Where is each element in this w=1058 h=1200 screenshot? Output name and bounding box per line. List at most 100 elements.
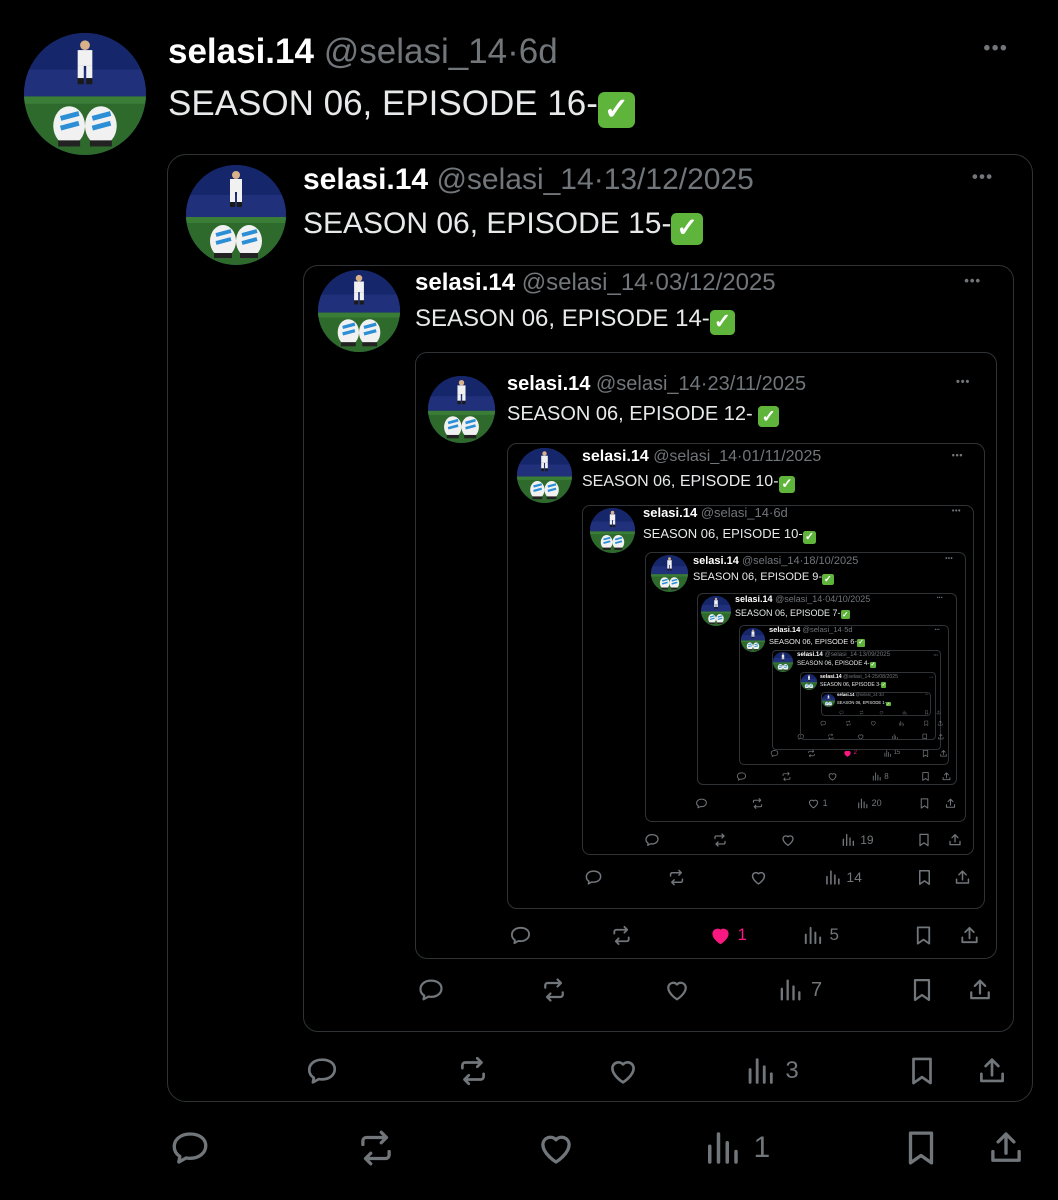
reply-button[interactable] [838,710,844,715]
like-button[interactable] [870,720,877,727]
user-handle[interactable]: @selasi_14 [843,674,870,680]
display-name[interactable]: selasi.14 [693,555,739,567]
avatar[interactable] [701,596,731,626]
views-button[interactable]: 8 [871,771,889,782]
like-button[interactable]: 1 [807,797,828,810]
share-button[interactable] [937,733,945,741]
more-options-icon[interactable]: ••• [952,450,963,460]
more-options-icon[interactable]: ••• [984,38,1009,60]
bookmark-button[interactable] [918,797,931,810]
display-name[interactable]: selasi.14 [837,692,854,697]
repost-button[interactable] [751,797,764,810]
display-name[interactable]: selasi.14 [507,373,590,395]
reply-button[interactable] [169,1127,211,1169]
user-handle[interactable]: @selasi_14 [522,269,648,296]
avatar[interactable] [773,652,793,672]
reply-button[interactable] [644,832,660,848]
user-handle[interactable]: @selasi_14 [825,651,857,658]
avatar[interactable] [428,376,495,443]
like-button[interactable] [535,1127,577,1169]
views-button[interactable]: 14 [823,868,862,887]
share-button[interactable] [985,1127,1027,1169]
user-handle[interactable]: @selasi_14 [436,163,593,196]
avatar[interactable] [741,628,765,652]
post-timestamp[interactable]: 03/12/2025 [656,269,776,296]
reply-button[interactable] [305,1054,339,1088]
share-button[interactable] [944,797,957,810]
avatar[interactable] [801,674,817,690]
bookmark-button[interactable] [923,720,930,727]
bookmark-button[interactable] [905,1054,939,1088]
like-button[interactable] [780,832,796,848]
views-button[interactable]: 1 [701,1127,770,1169]
repost-button[interactable] [781,771,792,782]
reply-button[interactable] [584,868,603,887]
post-timestamp[interactable]: 25/08/2025 [872,674,898,680]
avatar[interactable] [517,448,572,503]
reply-button[interactable] [736,771,747,782]
more-options-icon[interactable]: ••• [952,507,961,515]
like-button[interactable] [749,868,768,887]
views-button[interactable]: 5 [801,924,839,947]
like-button[interactable] [606,1054,640,1088]
display-name[interactable]: selasi.14 [415,269,515,296]
post-timestamp[interactable]: 04/10/2025 [825,594,870,604]
post-timestamp[interactable]: 5d [844,625,852,634]
display-name[interactable]: selasi.14 [643,505,697,520]
views-button[interactable] [902,710,907,715]
user-handle[interactable]: @selasi_14 [596,373,701,395]
more-options-icon[interactable]: ••• [929,675,933,679]
display-name[interactable]: selasi.14 [303,163,428,196]
display-name[interactable]: selasi.14 [797,651,823,658]
views-button[interactable]: 3 [743,1054,799,1088]
repost-button[interactable] [859,709,864,715]
more-options-icon[interactable]: ••• [964,273,981,288]
like-button[interactable] [879,710,884,715]
bookmark-button[interactable] [900,1127,942,1169]
post-timestamp[interactable]: 23/11/2025 [707,373,806,395]
display-name[interactable]: selasi.14 [735,594,773,604]
share-button[interactable] [939,749,948,758]
views-button[interactable]: 19 [840,832,874,848]
share-button[interactable] [953,868,972,887]
more-options-icon[interactable]: ••• [934,653,938,657]
like-button[interactable] [827,771,838,782]
share-button[interactable] [966,976,994,1004]
share-button[interactable] [947,832,963,848]
more-options-icon[interactable]: ••• [972,168,993,187]
like-button[interactable]: 1 [709,924,747,947]
user-handle[interactable]: @selasi_14 [775,594,822,604]
views-button[interactable]: 20 [856,797,882,810]
avatar[interactable] [318,270,400,352]
views-button[interactable] [898,720,905,727]
user-handle[interactable]: @selasi_14 [324,32,507,71]
avatar[interactable] [822,694,835,707]
bookmark-button[interactable] [924,710,929,715]
user-handle[interactable]: @selasi_14 [701,505,769,520]
avatar[interactable] [651,555,688,592]
post-timestamp[interactable]: 01/11/2025 [742,448,821,465]
reply-button[interactable] [695,797,708,810]
reply-button[interactable] [820,720,827,727]
post-timestamp[interactable]: 13/12/2025 [604,163,754,196]
share-button[interactable] [975,1054,1009,1088]
views-button[interactable]: 7 [776,976,822,1004]
more-options-icon[interactable]: ••• [956,376,970,388]
display-name[interactable]: selasi.14 [820,674,842,680]
repost-button[interactable] [845,720,852,727]
post-timestamp[interactable]: 13/09/2025 [859,651,890,658]
more-options-icon[interactable]: ••• [935,627,940,632]
repost-button[interactable] [540,976,568,1004]
share-button[interactable] [937,720,944,727]
user-handle[interactable]: @selasi_14 [802,625,841,634]
more-options-icon[interactable]: ••• [937,596,943,601]
repost-button[interactable] [667,868,686,887]
user-handle[interactable]: @selasi_14 [742,555,800,567]
avatar[interactable] [24,33,146,155]
more-options-icon[interactable]: ••• [925,694,928,696]
share-button[interactable] [958,924,981,947]
repost-button[interactable] [456,1054,490,1088]
post-timestamp[interactable]: 3d [879,692,884,697]
display-name[interactable]: selasi.14 [582,448,649,465]
reply-button[interactable] [417,976,445,1004]
